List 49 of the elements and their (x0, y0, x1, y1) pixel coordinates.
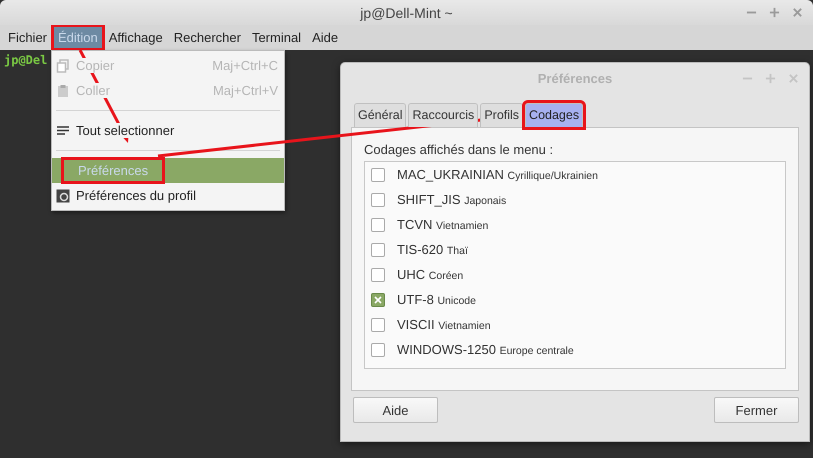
encoding-label: UHC Coréen (397, 267, 464, 282)
checkbox[interactable] (371, 218, 385, 232)
close-icon[interactable] (792, 7, 803, 18)
terminal-prompt: jp@Del (4, 53, 48, 67)
maximize-icon[interactable] (769, 7, 780, 18)
terminal-settings-icon (56, 188, 70, 202)
list-label: Codages affichés dans le menu : (364, 142, 554, 157)
tab[interactable]: Raccourcis (408, 103, 478, 127)
close-icon[interactable] (788, 72, 799, 84)
checkbox[interactable] (371, 292, 385, 306)
lines-icon (56, 124, 70, 138)
menu-item[interactable]: Fichier (4, 27, 52, 48)
tab[interactable]: Général (354, 103, 406, 127)
menu-item[interactable]: Terminal (248, 27, 306, 48)
maximize-icon[interactable] (765, 72, 776, 84)
encoding-row[interactable]: MAC_UKRAINIAN Cyrillique/Ukrainien (365, 162, 785, 187)
encoding-row[interactable]: UHC Coréen (365, 262, 785, 287)
dialog-button[interactable]: Aide (353, 397, 438, 423)
encoding-label: WINDOWS-1250 Europe centrale (397, 342, 574, 357)
encoding-row[interactable]: UTF-8 Unicode (365, 287, 785, 312)
encoding-label: TIS-620 Thaï (397, 242, 468, 257)
window-title: jp@Dell-Mint ~ (360, 4, 453, 20)
dialog-button[interactable]: Fermer (714, 397, 799, 423)
encoding-label: VISCII Vietnamien (397, 317, 491, 332)
menu-item[interactable]: Affichage (104, 27, 167, 48)
checkbox[interactable] (371, 342, 385, 356)
encoding-row[interactable]: TCVN Vietnamien (365, 212, 785, 237)
encoding-label: MAC_UKRAINIAN Cyrillique/Ukrainien (397, 167, 598, 182)
cross-mark-icon (374, 296, 382, 304)
encoding-row[interactable]: WINDOWS-1250 Europe centrale (365, 337, 785, 362)
copy-icon (56, 58, 70, 72)
encoding-label: SHIFT_JIS Japonais (397, 192, 506, 207)
menu-item[interactable]: Aide (308, 27, 342, 48)
checkbox[interactable] (371, 318, 385, 332)
menu-item[interactable]: Préférences du profil (52, 183, 284, 208)
encoding-row[interactable]: SHIFT_JIS Japonais (365, 187, 785, 212)
encoding-label: UTF-8 Unicode (397, 292, 476, 307)
encoding-row[interactable]: VISCII Vietnamien (365, 312, 785, 337)
menu-item[interactable]: Rechercher (170, 27, 245, 48)
checkbox[interactable] (371, 192, 385, 206)
clipboard-icon (56, 84, 70, 98)
checkbox[interactable] (371, 268, 385, 282)
checkbox[interactable] (371, 168, 385, 182)
tab[interactable]: Codages (525, 103, 584, 127)
tab[interactable]: Profils (480, 103, 524, 127)
encoding-label: TCVN Vietnamien (397, 217, 488, 232)
encoding-row[interactable]: TIS-620 Thaï (365, 237, 785, 262)
menu-item[interactable]: Tout selectionner (52, 118, 284, 143)
checkbox[interactable] (371, 242, 385, 256)
